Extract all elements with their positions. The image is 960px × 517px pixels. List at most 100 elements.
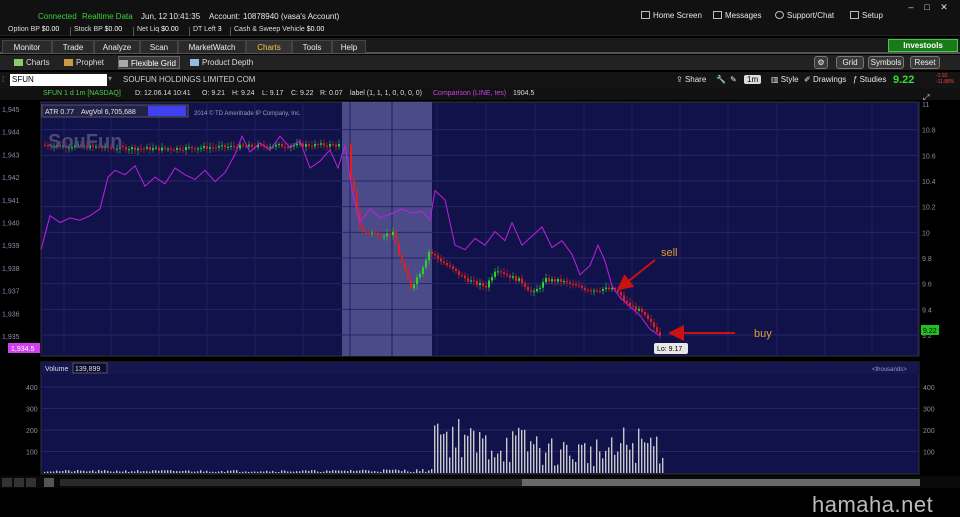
volume-bar [173,470,175,473]
candle [152,148,154,150]
volume-bar [611,437,613,473]
candle [365,231,367,233]
volume-bar [632,443,634,473]
chart-tools-icon[interactable]: ⤢ [922,93,929,102]
price-chart[interactable]: 1,945 1,944 1,943 1,942 1,941 1,940 1,939 1,938… [0,88,960,488]
style-button[interactable]: ▥ Style [771,75,799,84]
grid-button[interactable]: Grid [836,56,864,69]
realtime-status: Realtime Data [82,12,133,21]
tab-marketwatch[interactable]: MarketWatch [178,40,246,53]
volume-bar [560,449,562,473]
messages-link[interactable]: Messages [713,11,761,20]
candle [578,285,580,287]
sell-annotation: sell [661,247,678,259]
tab-scan[interactable]: Scan [140,40,178,53]
tab-analyze[interactable]: Analyze [94,40,140,53]
zoom-in-icon[interactable] [14,478,24,487]
volume-bar [575,461,577,473]
volume-bar [386,469,388,473]
support-chat-link[interactable]: Support/Chat [775,11,834,20]
dollar-icon[interactable] [44,478,54,487]
volume-bar [656,436,658,473]
minimize-icon[interactable]: ‒ [905,2,917,12]
candle [275,144,277,147]
close-icon[interactable]: ✕ [938,2,950,12]
tab-charts[interactable]: Charts [246,40,292,53]
candle [227,146,229,148]
subtab-product-depth[interactable]: Product Depth [190,56,253,69]
volume-bar [458,419,460,473]
volume-tick-label: 300 [923,407,935,414]
volume-bar [269,471,271,473]
candle [620,292,622,296]
volume-tick-label: 400 [26,385,38,392]
candle [353,178,355,192]
price-pane[interactable] [40,101,920,357]
fit-icon[interactable] [26,478,36,487]
volume-bar [443,433,445,473]
candle [308,144,310,146]
tab-help[interactable]: Help [332,40,366,53]
candle [251,144,253,147]
volume-tick-label: 100 [923,450,935,457]
comparison-current-tag: 1,934.5 [11,346,34,353]
candle [536,288,538,292]
candle [485,285,487,288]
tab-monitor[interactable]: Monitor [2,40,52,53]
horizontal-scrollbar[interactable] [60,479,522,486]
candle [323,143,325,146]
volume-bar [257,471,259,473]
symbol-input[interactable]: SFUN [10,74,107,86]
account-value[interactable]: 10878940 (vasa's Account) [243,12,339,21]
subtab-prophet[interactable]: Prophet [64,56,104,69]
symbols-button[interactable]: Symbols [868,56,904,69]
maximize-icon[interactable]: □ [921,2,933,12]
share-button[interactable]: ⇪ Share [676,75,706,84]
candle [557,279,559,282]
volume-bar [98,470,100,473]
price-tick-label: 9.4 [922,307,932,314]
tab-trade[interactable]: Trade [52,40,94,53]
volume-bar [122,471,124,473]
reset-button[interactable]: Reset [910,56,940,69]
volume-bar [509,461,511,473]
link-icon[interactable]: ⁞ [2,75,4,84]
price-tick-label: 9.6 [922,282,932,289]
setup-link[interactable]: Setup [850,11,883,20]
connection-status: Connected [38,12,77,21]
volume-bar [188,470,190,473]
candle [413,284,415,289]
chart-panel[interactable]: SFUN 1 d 1m [NASDAQ] D: 12.06.14 10:41 O… [0,88,960,488]
dropdown-icon[interactable]: ▾ [108,74,112,83]
wrench-icon-2[interactable]: ✎ [730,75,737,84]
subtab-charts[interactable]: Charts [14,56,50,69]
volume-bar [572,459,574,473]
volume-bar [638,428,640,473]
candle [200,147,202,149]
investools-button[interactable]: Investools [888,39,958,52]
interval-button[interactable]: 1m [744,75,762,84]
volume-bar [437,423,439,473]
candle [362,227,364,232]
scrollbar-thumb[interactable] [522,479,920,486]
studies-button[interactable]: ƒ Studies [853,75,886,84]
tab-tools[interactable]: Tools [292,40,332,53]
zoom-out-icon[interactable] [2,478,12,487]
wrench-icon[interactable]: 🔧 [716,75,726,84]
candle [425,260,427,268]
candle [335,144,337,147]
settings-icon[interactable]: ⚙ [814,56,828,69]
drawings-button[interactable]: ✐ Drawings [804,75,846,84]
candle [194,148,196,150]
candle [482,283,484,286]
price-tick-label: 10.2 [922,205,936,212]
candle [515,276,517,281]
candle [659,332,661,336]
subtab-flexible-grid[interactable]: Flexible Grid [118,56,180,69]
home-screen-link[interactable]: Home Screen [641,11,702,20]
candle [509,275,511,278]
candle [416,277,418,285]
volume-bar [566,444,568,473]
low-label: Lo: 9.17 [657,346,682,353]
volume-bar [140,471,142,473]
